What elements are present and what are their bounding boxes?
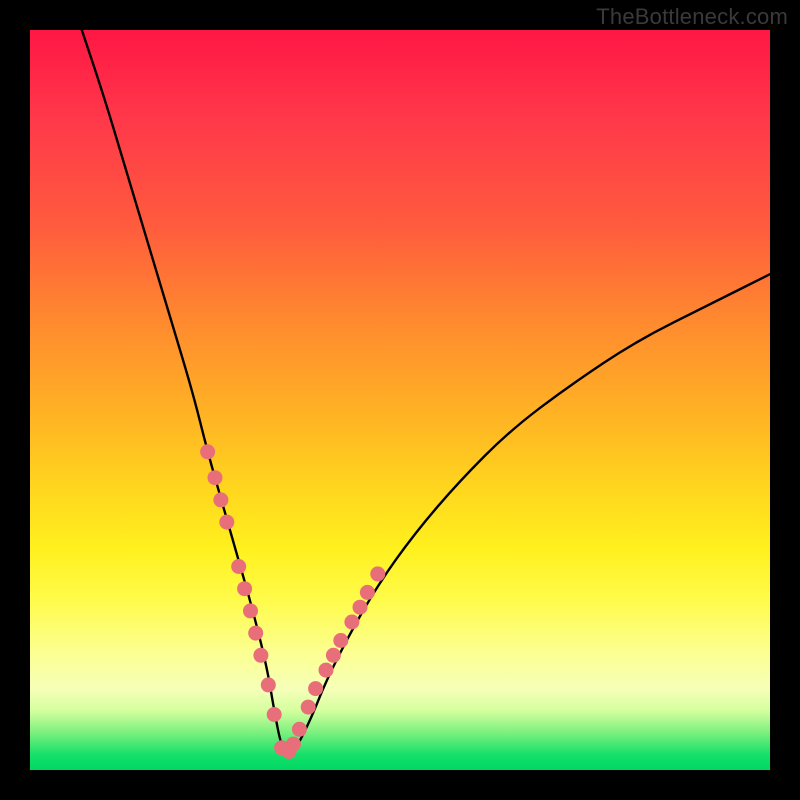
sample-dot (261, 677, 276, 692)
sample-dot (292, 722, 307, 737)
sample-dot (333, 633, 348, 648)
sample-dot (344, 615, 359, 630)
chart-container: TheBottleneck.com (0, 0, 800, 800)
sample-dot (243, 603, 258, 618)
sample-dot (326, 648, 341, 663)
watermark-text: TheBottleneck.com (596, 4, 788, 30)
curve-svg (30, 30, 770, 770)
sample-dot (319, 663, 334, 678)
sample-dot (286, 737, 301, 752)
sample-dot (248, 626, 263, 641)
sample-dot (267, 707, 282, 722)
sample-dot (308, 681, 323, 696)
sample-dot (237, 581, 252, 596)
sample-dot (219, 515, 234, 530)
sample-dot (208, 470, 223, 485)
sample-dot (360, 585, 375, 600)
sample-dot (370, 566, 385, 581)
sample-dots (200, 444, 385, 759)
sample-dot (231, 559, 246, 574)
sample-dot (301, 700, 316, 715)
sample-dot (253, 648, 268, 663)
sample-dot (353, 600, 368, 615)
plot-area (30, 30, 770, 770)
bottleneck-curve (82, 30, 770, 753)
sample-dot (200, 444, 215, 459)
sample-dot (213, 492, 228, 507)
